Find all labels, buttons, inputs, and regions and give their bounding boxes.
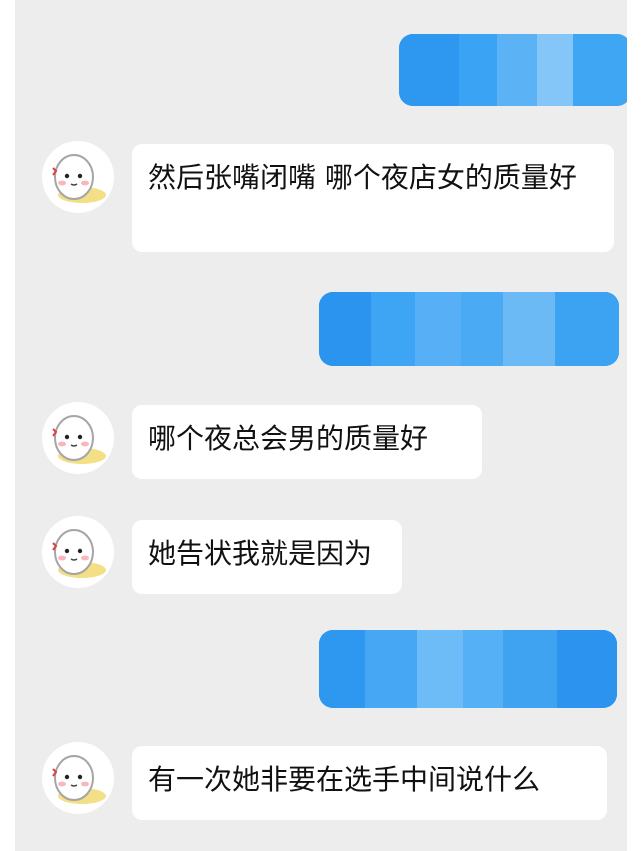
- incoming-message-bubble-4[interactable]: 有一次她非要在选手中间说什么: [132, 746, 607, 820]
- incoming-message-bubble-3[interactable]: 她告状我就是因为: [132, 520, 402, 594]
- incoming-message-text-2: 哪个夜总会男的质量好: [148, 422, 429, 455]
- contact-avatar[interactable]: [42, 141, 114, 213]
- incoming-message-text-3: 她告状我就是因为: [148, 537, 373, 570]
- incoming-message-bubble-1[interactable]: 然后张嘴闭嘴 哪个夜店女的质量好: [132, 144, 614, 252]
- outgoing-message-2-pixelated[interactable]: [319, 292, 619, 366]
- contact-avatar[interactable]: [42, 742, 114, 814]
- incoming-message-text-4: 有一次她非要在选手中间说什么: [148, 763, 541, 796]
- cartoon-blob-avatar-icon: [42, 742, 114, 814]
- cartoon-blob-avatar-icon: [42, 402, 114, 474]
- contact-avatar[interactable]: [42, 516, 114, 588]
- cartoon-blob-avatar-icon: [42, 516, 114, 588]
- cartoon-blob-avatar-icon: [42, 141, 114, 213]
- contact-avatar[interactable]: [42, 402, 114, 474]
- chat-screen: 然后张嘴闭嘴 哪个夜店女的质量好 哪个夜总会男的质量好 她告状我就是因为 有一次…: [15, 0, 627, 851]
- incoming-message-bubble-2[interactable]: 哪个夜总会男的质量好: [132, 405, 482, 479]
- incoming-message-text-1: 然后张嘴闭嘴 哪个夜店女的质量好: [148, 161, 577, 194]
- outgoing-message-1-pixelated[interactable]: [399, 34, 627, 106]
- outgoing-message-3-pixelated[interactable]: [319, 630, 617, 708]
